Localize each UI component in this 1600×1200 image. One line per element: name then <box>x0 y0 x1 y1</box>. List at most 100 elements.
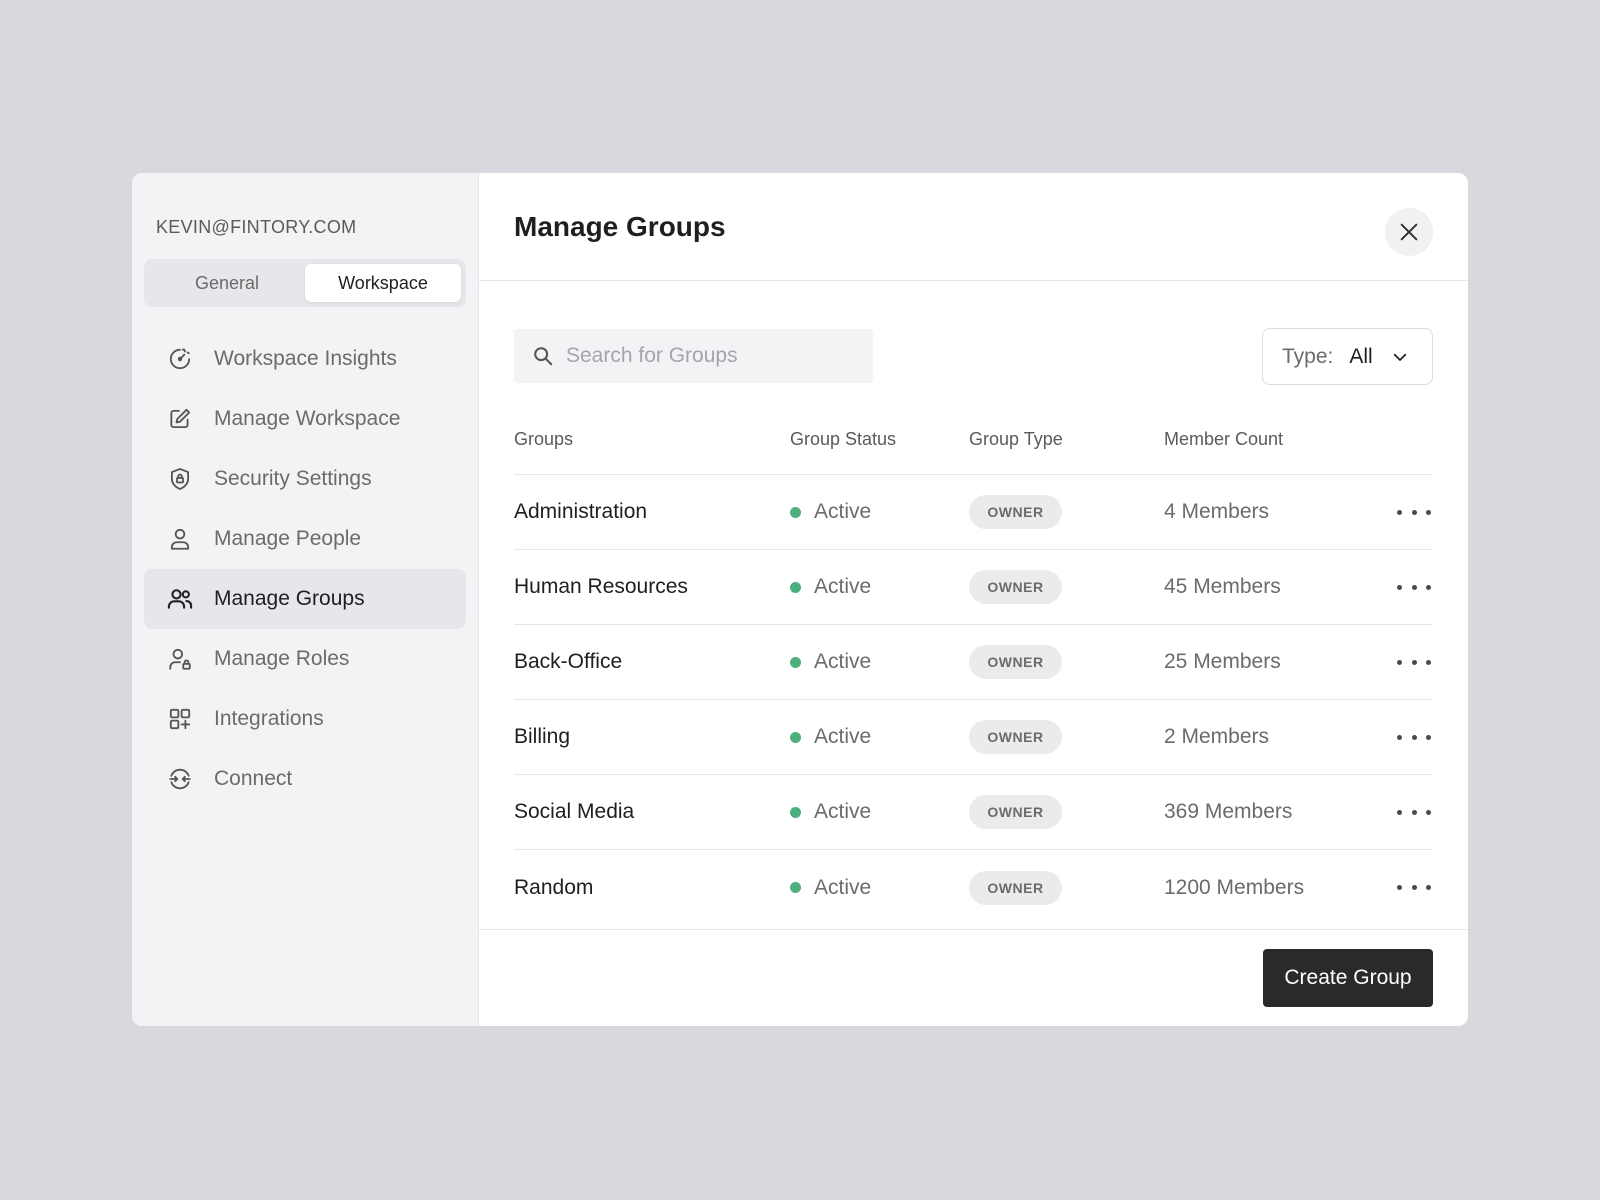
chevron-down-icon <box>1391 348 1409 366</box>
main-panel: Manage Groups Type: All <box>479 173 1468 1026</box>
type-badge: OWNER <box>969 495 1062 529</box>
sidebar-item-manage-workspace[interactable]: Manage Workspace <box>144 389 466 449</box>
tab-general[interactable]: General <box>149 264 305 302</box>
modal-header: Manage Groups <box>479 173 1468 281</box>
group-name: Random <box>514 875 594 899</box>
group-name: Back-Office <box>514 650 623 673</box>
status-text: Active <box>814 800 872 823</box>
connect-icon <box>166 765 194 793</box>
member-count: 1200 Members <box>1164 875 1305 899</box>
settings-scope-toggle: General Workspace <box>144 259 466 307</box>
group-status: Active <box>790 575 969 599</box>
create-group-button[interactable]: Create Group <box>1263 949 1433 1007</box>
edit-icon <box>166 405 194 433</box>
table-row[interactable]: Social Media Active OWNER 369 Members <box>514 775 1433 850</box>
sidebar-item-manage-groups[interactable]: Manage Groups <box>144 569 466 629</box>
close-icon <box>1398 221 1420 243</box>
status-dot <box>790 806 801 818</box>
insights-gauge-icon <box>166 345 194 373</box>
sidebar-item-label: Manage Groups <box>214 587 365 610</box>
search-input[interactable] <box>566 344 846 368</box>
status-dot <box>790 656 801 668</box>
type-filter-label: Type: <box>1282 344 1334 368</box>
status-dot <box>790 882 801 893</box>
users-icon <box>166 585 194 613</box>
search-icon <box>532 345 554 367</box>
type-badge: OWNER <box>969 870 1062 905</box>
sidebar-item-label: Connect <box>214 767 293 790</box>
column-header-status[interactable]: Group Status <box>790 429 969 450</box>
type-badge: OWNER <box>969 570 1062 604</box>
settings-sidebar: KEVIN@FINTORY.COM General Workspace Work… <box>132 173 479 1026</box>
member-count: 25 Members <box>1164 650 1281 673</box>
status-text: Active <box>814 725 872 748</box>
sidebar-item-integrations[interactable]: Integrations <box>144 689 466 749</box>
sidebar-item-manage-roles[interactable]: Manage Roles <box>144 629 466 689</box>
more-options-icon[interactable] <box>1397 723 1431 751</box>
shield-lock-icon <box>166 465 194 493</box>
grid-add-icon <box>166 705 194 733</box>
sidebar-item-label: Security Settings <box>214 467 372 490</box>
member-count: 2 Members <box>1164 725 1270 748</box>
sidebar-item-security-settings[interactable]: Security Settings <box>144 449 466 509</box>
group-status: Active <box>790 876 969 900</box>
type-badge: OWNER <box>969 645 1062 679</box>
status-dot <box>790 506 801 518</box>
sidebar-item-connect[interactable]: Connect <box>144 749 466 809</box>
more-options-icon[interactable] <box>1397 573 1431 601</box>
type-filter-dropdown[interactable]: Type: All <box>1262 328 1433 385</box>
status-dot <box>790 581 801 593</box>
more-options-icon[interactable] <box>1397 874 1431 902</box>
group-type-cell: OWNER <box>969 495 1164 529</box>
sidebar-item-label: Workspace Insights <box>214 347 397 370</box>
table-toolbar: Type: All <box>514 328 1433 385</box>
column-header-member-count[interactable]: Member Count <box>1164 429 1433 450</box>
manage-groups-modal: KEVIN@FINTORY.COM General Workspace Work… <box>132 173 1468 1026</box>
status-text: Active <box>814 575 872 598</box>
sidebar-item-workspace-insights[interactable]: Workspace Insights <box>144 329 466 389</box>
sidebar-item-manage-people[interactable]: Manage People <box>144 509 466 569</box>
type-badge: OWNER <box>969 720 1062 754</box>
group-status: Active <box>790 650 969 674</box>
status-text: Active <box>814 875 872 899</box>
group-type-cell: OWNER <box>969 570 1164 604</box>
modal-footer: Create Group <box>479 929 1468 1026</box>
table-row[interactable]: Back-Office Active OWNER 25 Members <box>514 625 1433 700</box>
page-title: Manage Groups <box>514 210 726 242</box>
group-type-cell: OWNER <box>969 720 1164 754</box>
group-type-cell: OWNER <box>969 870 1164 905</box>
tab-workspace[interactable]: Workspace <box>305 264 461 302</box>
account-email: KEVIN@FINTORY.COM <box>156 217 357 237</box>
group-status: Active <box>790 725 969 749</box>
more-options-icon[interactable] <box>1397 798 1431 826</box>
table-row[interactable]: Random Active OWNER 1200 Members <box>514 850 1433 925</box>
column-header-type[interactable]: Group Type <box>969 429 1164 450</box>
status-text: Active <box>814 500 872 523</box>
table-row[interactable]: Administration Active OWNER 4 Members <box>514 475 1433 550</box>
member-count: 45 Members <box>1164 575 1281 598</box>
column-header-groups[interactable]: Groups <box>514 429 790 450</box>
sidebar-item-label: Integrations <box>214 707 324 730</box>
type-filter-value: All <box>1349 344 1373 368</box>
more-options-icon[interactable] <box>1397 498 1431 526</box>
member-count: 4 Members <box>1164 500 1270 523</box>
group-name: Social Media <box>514 800 635 823</box>
table-row[interactable]: Human Resources Active OWNER 45 Members <box>514 550 1433 625</box>
group-name: Billing <box>514 725 571 748</box>
group-name: Administration <box>514 500 648 523</box>
table-row[interactable]: Billing Active OWNER 2 Members <box>514 700 1433 775</box>
group-status: Active <box>790 500 969 524</box>
groups-table: Groups Group Status Group Type Member Co… <box>514 405 1433 925</box>
group-name: Human Resources <box>514 575 688 598</box>
group-type-cell: OWNER <box>969 645 1164 679</box>
table-header: Groups Group Status Group Type Member Co… <box>514 405 1433 475</box>
sidebar-nav: Workspace Insights Manage Workspace Secu… <box>132 329 478 809</box>
sidebar-item-label: Manage Workspace <box>214 407 401 430</box>
group-type-cell: OWNER <box>969 795 1164 829</box>
user-icon <box>166 525 194 553</box>
more-options-icon[interactable] <box>1397 648 1431 676</box>
member-count: 369 Members <box>1164 800 1293 823</box>
type-badge: OWNER <box>969 795 1062 829</box>
close-button[interactable] <box>1385 208 1433 256</box>
search-box <box>514 329 873 383</box>
